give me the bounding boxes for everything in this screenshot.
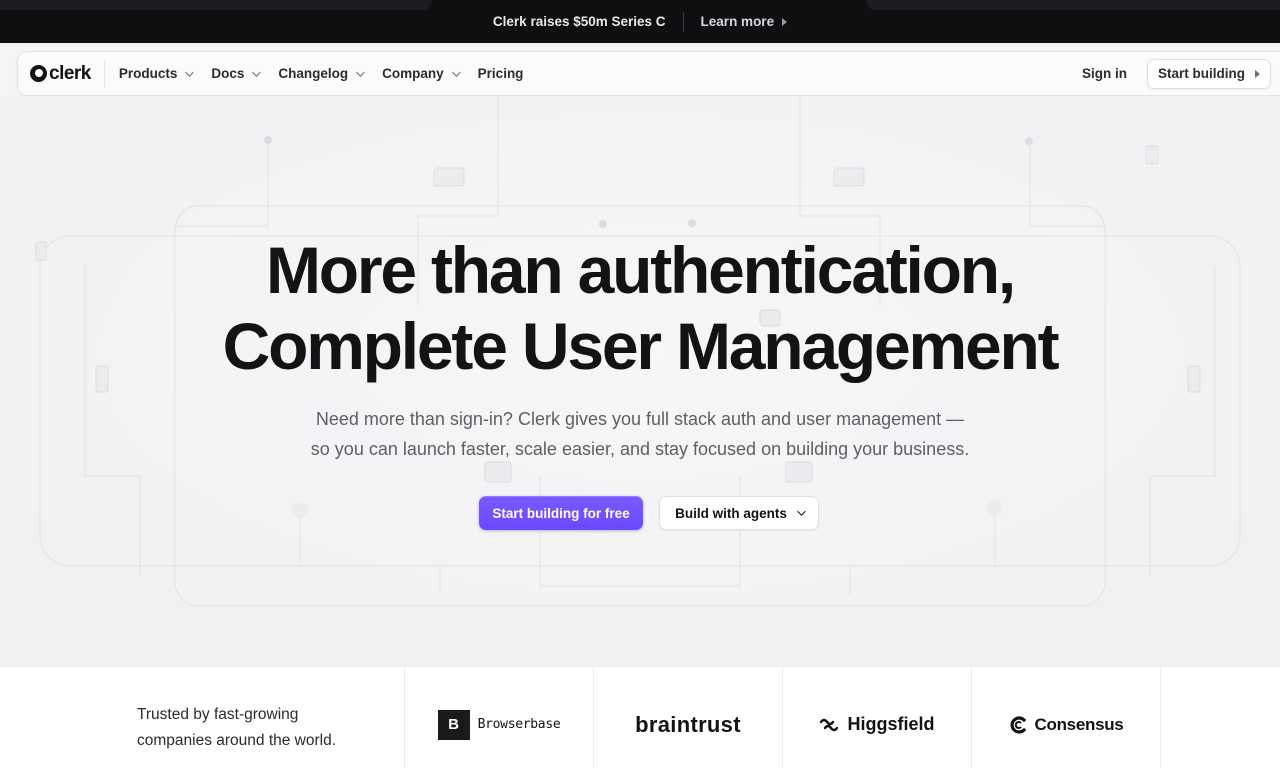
build-with-agents-button[interactable]: Build with agents [659, 496, 819, 530]
nav-item-label: Docs [211, 66, 245, 81]
hero-title-line-2: Complete User Management [222, 309, 1060, 383]
announcement-bar: Clerk raises $50m Series C Learn more [0, 0, 1280, 43]
browserbase-logo-text: Browserbase [477, 717, 561, 732]
clerk-logo[interactable]: clerk [18, 59, 105, 88]
hero-subtitle: Need more than sign-in? Clerk gives you … [0, 404, 1280, 464]
caret-right-icon [782, 17, 788, 26]
customer-logo-braintrust: braintrust [594, 667, 783, 768]
main-nav: clerk Products Docs Changelog Company Pr… [17, 51, 1280, 96]
nav-links: Products Docs Changelog Company Pricing [119, 66, 544, 81]
nav-item-changelog[interactable]: Changelog [278, 66, 365, 81]
nav-item-label: Products [118, 66, 178, 81]
trusted-line-1: Trusted by fast-growing [137, 706, 299, 723]
announcement-notch-left [0, 0, 432, 10]
customer-logo-browserbase: B Browserbase [405, 667, 594, 768]
hero-cta-row: Start building for free Build with agent… [0, 496, 1280, 530]
nav-item-company[interactable]: Company [382, 66, 461, 81]
nav-item-products[interactable]: Products [118, 66, 195, 81]
higgsfield-logo-icon [820, 718, 839, 731]
nav-item-pricing[interactable]: Pricing [478, 66, 524, 81]
hero-title: More than authentication, Complete User … [0, 232, 1280, 384]
trusted-by-text: Trusted by fast-growing companies around… [0, 667, 405, 768]
chevron-down-icon [185, 67, 195, 77]
sign-in-link[interactable]: Sign in [1082, 66, 1127, 81]
build-with-agents-label: Build with agents [675, 505, 787, 521]
nav-item-label: Changelog [278, 66, 349, 81]
announcement-divider [682, 11, 684, 32]
nav-item-docs[interactable]: Docs [211, 66, 262, 81]
hero-subtitle-line-1: Need more than sign-in? Clerk gives you … [315, 409, 965, 429]
announcement-notch-right [866, 0, 1280, 10]
customer-logo-higgsfield: Higgsfield [783, 667, 972, 768]
chevron-down-icon [356, 67, 365, 77]
higgsfield-logo-text: Higgsfield [847, 714, 935, 734]
nav-item-label: Company [382, 66, 444, 81]
trusted-line-2: companies around the world. [137, 732, 337, 749]
logo-text: clerk [49, 62, 91, 84]
start-building-free-button[interactable]: Start building for free [479, 496, 643, 530]
consensus-logo-text: Consensus [1034, 714, 1124, 734]
caret-right-icon [1255, 69, 1260, 78]
learn-more-link[interactable]: Learn more [701, 14, 788, 29]
chevron-down-icon [252, 67, 262, 77]
consensus-logo-icon [1010, 715, 1026, 734]
hero-subtitle-line-2: so you can launch faster, scale easier, … [310, 439, 970, 459]
learn-more-label: Learn more [700, 14, 775, 29]
trusted-by-section: Trusted by fast-growing companies around… [0, 666, 1280, 768]
announcement-text: Clerk raises $50m Series C [492, 14, 666, 29]
nav-item-label: Pricing [477, 66, 524, 81]
start-building-label: Start building [1158, 66, 1245, 81]
clerk-logo-icon [30, 65, 47, 82]
chevron-down-icon [797, 507, 806, 516]
chevron-down-icon [451, 67, 461, 77]
customer-logo-consensus: Consensus [972, 667, 1161, 768]
browserbase-logo-mark: B [437, 709, 470, 740]
braintrust-logo-text: braintrust [635, 711, 741, 737]
nav-actions: Sign in Start building [1082, 58, 1280, 89]
hero-title-line-1: More than authentication, [265, 233, 1016, 307]
start-building-button[interactable]: Start building [1147, 58, 1271, 89]
